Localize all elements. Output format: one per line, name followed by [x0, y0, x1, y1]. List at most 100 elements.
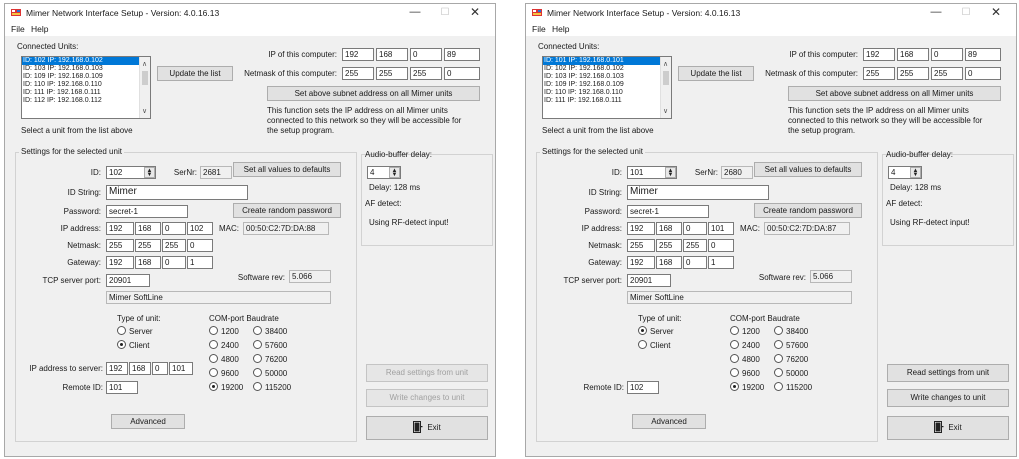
connected-units-list[interactable]: ID: 102 IP: 192.168.0.102 ID: 103 IP: 19… [21, 56, 151, 119]
close-icon[interactable]: ✕ [988, 6, 1004, 19]
ip-address-octet-3[interactable]: 0 [683, 222, 707, 235]
update-list-button[interactable]: Update the list [157, 66, 233, 81]
baud-radio[interactable]: 76200 [253, 354, 287, 365]
radio-icon[interactable] [209, 326, 218, 335]
radio-icon[interactable] [253, 368, 262, 377]
write-changes-button[interactable]: Write changes to unit [887, 389, 1009, 407]
radio-icon[interactable] [638, 326, 647, 335]
ip-address-octet-4[interactable]: 101 [708, 222, 734, 235]
create-random-password-button[interactable]: Create random password [754, 203, 862, 218]
scroll-down-icon[interactable]: ∨ [663, 107, 668, 115]
gateway-octet-3[interactable]: 0 [683, 256, 707, 269]
netmask-octet-1[interactable]: 255 [106, 239, 134, 252]
scroll-up-icon[interactable]: ∧ [663, 60, 668, 68]
scroll-down-icon[interactable]: ∨ [142, 107, 147, 115]
computer-ip-octet-3[interactable]: 0 [410, 48, 442, 61]
radio-icon[interactable] [730, 326, 739, 335]
set-defaults-button[interactable]: Set all values to defaults [754, 162, 862, 177]
ip-address-octet-1[interactable]: 192 [627, 222, 655, 235]
set-defaults-button[interactable]: Set all values to defaults [233, 162, 341, 177]
computer-netmask-octet-4[interactable]: 0 [444, 67, 480, 80]
computer-ip-octet-2[interactable]: 168 [897, 48, 929, 61]
tcp-port-input[interactable]: 20901 [106, 274, 150, 287]
gateway-octet-2[interactable]: 168 [135, 256, 161, 269]
create-random-password-button[interactable]: Create random password [233, 203, 341, 218]
ip-address-octet-2[interactable]: 168 [135, 222, 161, 235]
computer-ip-octet-1[interactable]: 192 [342, 48, 374, 61]
list-item[interactable]: ID: 102 IP: 192.168.0.102 [22, 57, 150, 65]
baud-radio[interactable]: 9600 [730, 368, 760, 379]
baud-radio[interactable]: 115200 [774, 382, 812, 393]
baud-radio[interactable]: 50000 [774, 368, 808, 379]
baud-radio[interactable]: 19200 [209, 382, 243, 393]
computer-netmask-octet-2[interactable]: 255 [376, 67, 408, 80]
radio-icon[interactable] [730, 340, 739, 349]
title-bar[interactable]: Mimer Network Interface Setup - Version:… [5, 4, 495, 22]
remote-id-input[interactable]: 102 [627, 381, 659, 394]
menu-help[interactable]: Help [31, 24, 48, 34]
connected-units-list[interactable]: ID: 101 IP: 192.168.0.101 ID: 102 IP: 19… [542, 56, 672, 119]
netmask-octet-1[interactable]: 255 [627, 239, 655, 252]
list-item[interactable]: ID: 103 IP: 192.168.0.103 [22, 65, 150, 73]
id-string-input[interactable]: Mimer [627, 185, 769, 200]
baud-radio[interactable]: 4800 [730, 354, 760, 365]
baud-radio[interactable]: 9600 [209, 368, 239, 379]
netmask-octet-3[interactable]: 255 [683, 239, 707, 252]
gateway-octet-1[interactable]: 192 [627, 256, 655, 269]
read-settings-button[interactable]: Read settings from unit [366, 364, 488, 382]
baud-radio[interactable]: 38400 [253, 326, 287, 337]
radio-icon[interactable] [730, 382, 739, 391]
maximize-icon[interactable]: ☐ [437, 6, 453, 19]
ip-address-octet-2[interactable]: 168 [656, 222, 682, 235]
gateway-octet-4[interactable]: 1 [187, 256, 213, 269]
radio-icon[interactable] [253, 382, 262, 391]
type-client-radio[interactable]: Client [638, 340, 670, 351]
baud-radio[interactable]: 57600 [774, 340, 808, 351]
exit-button[interactable]: Exit [887, 416, 1009, 440]
list-item[interactable]: ID: 109 IP: 192.168.0.109 [22, 73, 150, 81]
menu-file[interactable]: File [11, 24, 25, 34]
radio-icon[interactable] [774, 382, 783, 391]
type-server-radio[interactable]: Server [638, 326, 674, 337]
radio-icon[interactable] [730, 368, 739, 377]
menu-help[interactable]: Help [552, 24, 569, 34]
type-client-radio[interactable]: Client [117, 340, 149, 351]
netmask-octet-2[interactable]: 255 [135, 239, 161, 252]
write-changes-button[interactable]: Write changes to unit [366, 389, 488, 407]
computer-netmask-octet-3[interactable]: 255 [931, 67, 963, 80]
radio-icon[interactable] [209, 368, 218, 377]
computer-ip-octet-3[interactable]: 0 [931, 48, 963, 61]
radio-icon[interactable] [638, 340, 647, 349]
title-bar[interactable]: Mimer Network Interface Setup - Version:… [526, 4, 1016, 22]
id-spinner[interactable]: ▲ ▼ [144, 167, 155, 178]
baud-radio[interactable]: 1200 [209, 326, 239, 337]
close-icon[interactable]: ✕ [467, 6, 483, 19]
maximize-icon[interactable]: ☐ [958, 6, 974, 19]
update-list-button[interactable]: Update the list [678, 66, 754, 81]
baud-radio[interactable]: 1200 [730, 326, 760, 337]
baud-radio[interactable]: 2400 [209, 340, 239, 351]
radio-icon[interactable] [253, 326, 262, 335]
baud-radio[interactable]: 38400 [774, 326, 808, 337]
ip-address-octet-1[interactable]: 192 [106, 222, 134, 235]
spin-down-icon[interactable]: ▼ [392, 172, 398, 178]
radio-icon[interactable] [774, 326, 783, 335]
computer-netmask-octet-2[interactable]: 255 [897, 67, 929, 80]
scroll-thumb[interactable] [142, 71, 148, 85]
ip-server-octet-1[interactable]: 192 [106, 362, 128, 375]
gateway-octet-1[interactable]: 192 [106, 256, 134, 269]
computer-netmask-octet-1[interactable]: 255 [863, 67, 895, 80]
read-settings-button[interactable]: Read settings from unit [887, 364, 1009, 382]
scroll-thumb[interactable] [663, 71, 669, 85]
set-subnet-button[interactable]: Set above subnet address on all Mimer un… [267, 86, 480, 101]
baud-radio[interactable]: 4800 [209, 354, 239, 365]
list-item[interactable]: ID: 101 IP: 192.168.0.101 [543, 57, 671, 65]
spin-down-icon[interactable]: ▼ [147, 172, 153, 178]
radio-icon[interactable] [774, 368, 783, 377]
computer-netmask-octet-4[interactable]: 0 [965, 67, 1001, 80]
list-item[interactable]: ID: 110 IP: 192.168.0.110 [543, 89, 671, 97]
computer-ip-octet-4[interactable]: 89 [444, 48, 480, 61]
radio-icon[interactable] [774, 354, 783, 363]
baud-radio[interactable]: 76200 [774, 354, 808, 365]
scroll-up-icon[interactable]: ∧ [142, 60, 147, 68]
